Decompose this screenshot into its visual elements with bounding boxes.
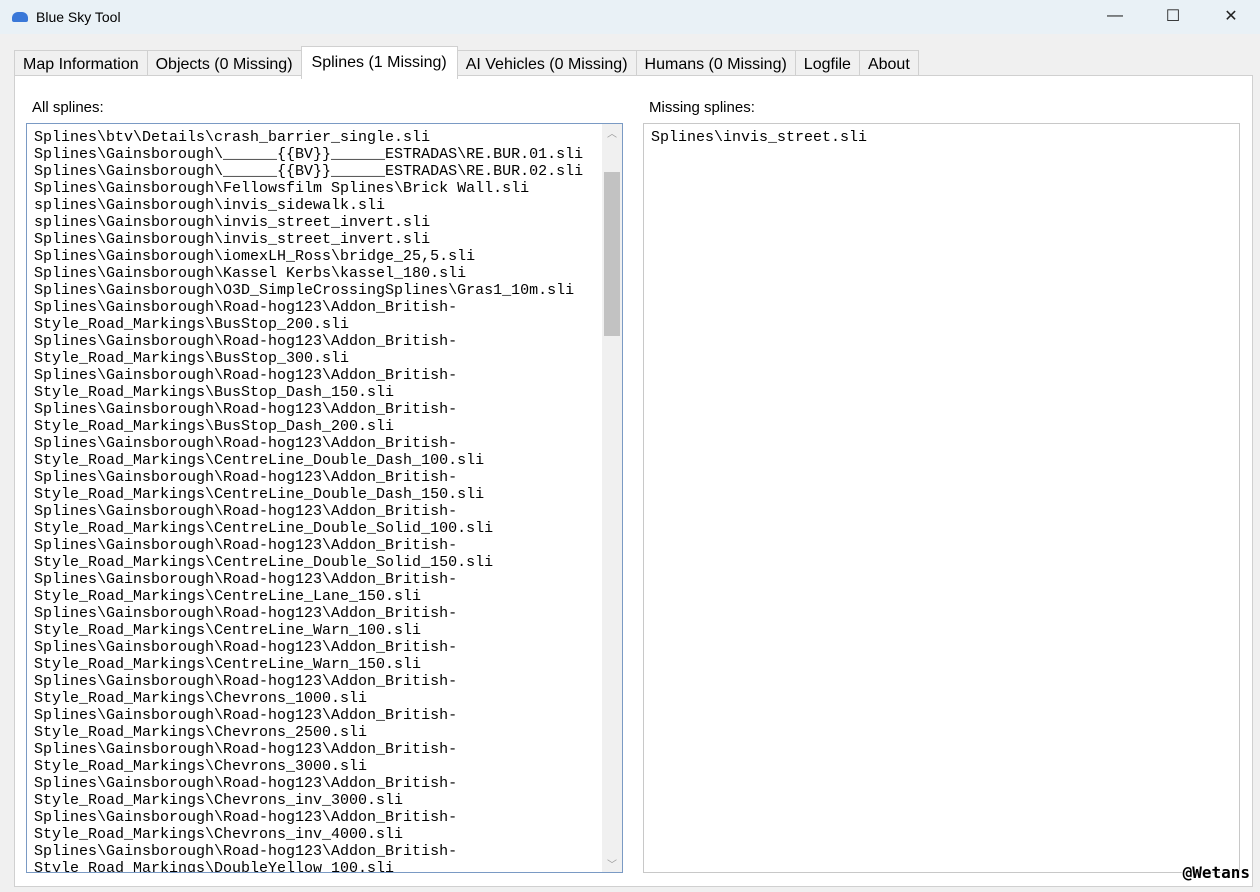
close-button[interactable]: ✕ [1202, 0, 1260, 32]
title-bar: Blue Sky Tool — ☐ ✕ [0, 0, 1260, 34]
list-item[interactable]: Splines\Gainsborough\Road-hog123\Addon_B… [34, 605, 602, 639]
list-item[interactable]: Splines\Gainsborough\iomexLH_Ross\bridge… [34, 248, 602, 265]
watermark: @Wetans [1182, 863, 1250, 882]
list-item[interactable]: Splines\Gainsborough\Road-hog123\Addon_B… [34, 469, 602, 503]
all-splines-list[interactable]: Splines\btv\Details\crash_barrier_single… [26, 123, 623, 873]
scrollbar-thumb[interactable] [604, 172, 620, 336]
scroll-down-icon[interactable]: ﹀ [602, 855, 622, 872]
list-item[interactable]: Splines\Gainsborough\Road-hog123\Addon_B… [34, 843, 602, 872]
list-item[interactable]: Splines\Gainsborough\Road-hog123\Addon_B… [34, 741, 602, 775]
list-item[interactable]: Splines\Gainsborough\Fellowsfilm Splines… [34, 180, 602, 197]
list-item[interactable]: splines\Gainsborough\invis_sidewalk.sli [34, 197, 602, 214]
missing-splines-label: Missing splines: [649, 99, 755, 116]
list-item[interactable]: Splines\Gainsborough\______{{BV}}______E… [34, 146, 602, 163]
splines-tab-panel: All splines: Missing splines: Splines\bt… [14, 75, 1253, 887]
minimize-button[interactable]: — [1086, 0, 1144, 32]
list-item[interactable]: Splines\Gainsborough\Kassel Kerbs\kassel… [34, 265, 602, 282]
list-item[interactable]: Splines\Gainsborough\Road-hog123\Addon_B… [34, 435, 602, 469]
missing-splines-list[interactable]: Splines\invis_street.sli [643, 123, 1240, 873]
list-item[interactable]: Splines\Gainsborough\Road-hog123\Addon_B… [34, 401, 602, 435]
list-item[interactable]: splines\Gainsborough\invis_street_invert… [34, 214, 602, 231]
list-item[interactable]: Splines\Gainsborough\O3D_SimpleCrossingS… [34, 282, 602, 299]
list-item[interactable]: Splines\Gainsborough\Road-hog123\Addon_B… [34, 707, 602, 741]
list-item[interactable]: Splines\Gainsborough\Road-hog123\Addon_B… [34, 639, 602, 673]
scroll-up-icon[interactable]: ︿ [602, 124, 622, 141]
list-item[interactable]: Splines\Gainsborough\Road-hog123\Addon_B… [34, 571, 602, 605]
list-item[interactable]: Splines\btv\Details\crash_barrier_single… [34, 129, 602, 146]
list-item[interactable]: Splines\Gainsborough\Road-hog123\Addon_B… [34, 503, 602, 537]
all-splines-label: All splines: [32, 99, 104, 116]
list-item[interactable]: Splines\Gainsborough\Road-hog123\Addon_B… [34, 775, 602, 809]
list-item[interactable]: Splines\Gainsborough\Road-hog123\Addon_B… [34, 333, 602, 367]
list-item[interactable]: Splines\Gainsborough\invis_street_invert… [34, 231, 602, 248]
list-item[interactable]: Splines\Gainsborough\Road-hog123\Addon_B… [34, 809, 602, 843]
vertical-scrollbar[interactable]: ︿ ﹀ [602, 124, 622, 872]
list-item[interactable]: Splines\Gainsborough\Road-hog123\Addon_B… [34, 299, 602, 333]
list-item[interactable]: Splines\Gainsborough\Road-hog123\Addon_B… [34, 367, 602, 401]
window-title: Blue Sky Tool [36, 9, 121, 25]
list-item[interactable]: Splines\Gainsborough\Road-hog123\Addon_B… [34, 673, 602, 707]
cloud-icon [12, 12, 28, 22]
tab-splines[interactable]: Splines (1 Missing) [300, 46, 458, 79]
list-item[interactable]: Splines\Gainsborough\Road-hog123\Addon_B… [34, 537, 602, 571]
maximize-button[interactable]: ☐ [1144, 0, 1202, 32]
list-item[interactable]: Splines\invis_street.sli [651, 129, 1219, 146]
list-item[interactable]: Splines\Gainsborough\______{{BV}}______E… [34, 163, 602, 180]
